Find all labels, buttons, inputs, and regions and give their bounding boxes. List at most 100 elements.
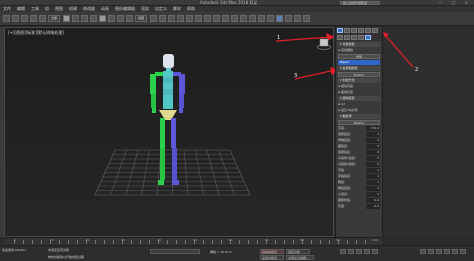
parameter-spinner[interactable]: 1 bbox=[366, 180, 380, 185]
pivot-icon[interactable] bbox=[150, 15, 158, 22]
play-icon[interactable] bbox=[356, 249, 362, 254]
maximize-viewport-icon[interactable] bbox=[460, 249, 466, 254]
bind-spacewarp-icon[interactable] bbox=[39, 15, 46, 22]
status-message-1: 未选定任何对象 bbox=[48, 248, 70, 252]
coordinate-display[interactable] bbox=[150, 249, 200, 254]
undo-icon[interactable] bbox=[3, 15, 10, 22]
panel-button[interactable]: 骨骼 bbox=[338, 54, 380, 59]
link-icon[interactable] bbox=[21, 15, 28, 22]
cameras-icon[interactable] bbox=[358, 35, 364, 40]
orbit-icon[interactable] bbox=[452, 249, 458, 254]
redo-icon[interactable] bbox=[12, 15, 19, 22]
systems-icon[interactable] bbox=[365, 35, 371, 40]
biped-left-upperarm bbox=[150, 74, 156, 94]
biped-button[interactable]: Biped bbox=[338, 60, 380, 65]
rollout-header[interactable]: ▾ 名称和颜色 bbox=[338, 66, 380, 71]
placement-icon[interactable] bbox=[126, 15, 134, 22]
search-input[interactable]: 键入关键字或短语 bbox=[340, 1, 380, 5]
tab-motion-icon[interactable] bbox=[358, 28, 364, 33]
pan-icon[interactable] bbox=[444, 249, 450, 254]
spinner-snap-icon[interactable] bbox=[204, 15, 212, 22]
previous-frame-icon[interactable] bbox=[348, 249, 354, 254]
rollout-header[interactable]: ▾ 根名称 bbox=[338, 114, 380, 119]
zoom-all-icon[interactable] bbox=[428, 249, 434, 254]
parameter-spinner[interactable]: 1 bbox=[366, 186, 380, 191]
scale-icon[interactable] bbox=[117, 15, 125, 22]
parameter-spinner[interactable]: 1 bbox=[366, 174, 380, 179]
geometry-icon[interactable] bbox=[337, 35, 343, 40]
parameter-spinner[interactable]: 0.0 bbox=[366, 204, 380, 209]
select-manipulate-icon[interactable] bbox=[159, 15, 167, 22]
checkbox-option[interactable]: 拖动位置 bbox=[338, 90, 380, 95]
tab-create-icon[interactable] bbox=[337, 28, 343, 33]
key-filters-button[interactable]: 关键点过滤器... bbox=[286, 255, 314, 260]
layer-explorer-icon[interactable] bbox=[240, 15, 248, 22]
mirror-icon[interactable] bbox=[222, 15, 230, 22]
parameter-spinner[interactable]: 0.2 bbox=[366, 198, 380, 203]
parameter-spinner[interactable]: 0 bbox=[366, 156, 380, 161]
rollout-header[interactable]: ▾ 结构来源 bbox=[338, 96, 380, 101]
parameter-label: 腿链接: bbox=[338, 144, 349, 148]
selected-dropdown[interactable]: 选定对象 bbox=[286, 249, 310, 254]
viewcube-icon[interactable] bbox=[317, 38, 331, 50]
angle-snap-icon[interactable] bbox=[186, 15, 194, 22]
tab-display-icon[interactable] bbox=[365, 28, 371, 33]
tab-modify-icon[interactable] bbox=[344, 28, 350, 33]
parameter-spinner[interactable]: 0 bbox=[366, 150, 380, 155]
parameter-spinner[interactable]: 3 bbox=[366, 144, 380, 149]
auto-key-button[interactable]: 自动关键点 bbox=[260, 249, 284, 254]
parameter-spinner[interactable]: 1 bbox=[366, 132, 380, 137]
parameter-spinner[interactable]: 4 bbox=[366, 138, 380, 143]
rendered-frame-icon[interactable] bbox=[294, 15, 302, 22]
select-object-icon[interactable] bbox=[63, 15, 71, 22]
checkbox-option[interactable]: U/I bbox=[338, 102, 380, 107]
checkbox-option[interactable]: 最近.fig文件 bbox=[338, 108, 380, 113]
panel-button[interactable]: Bip001 bbox=[338, 72, 380, 77]
timeline-tick-label: 30 bbox=[121, 238, 126, 242]
lights-icon[interactable] bbox=[351, 35, 357, 40]
render-icon[interactable] bbox=[303, 15, 311, 22]
window-crossing-icon[interactable] bbox=[90, 15, 98, 22]
tab-utilities-icon[interactable] bbox=[372, 28, 378, 33]
checkbox-option[interactable]: 拖动高度 bbox=[338, 84, 380, 89]
zoom-extents-icon[interactable] bbox=[436, 249, 442, 254]
align-icon[interactable] bbox=[231, 15, 239, 22]
parameter-spinner[interactable]: 1 bbox=[366, 168, 380, 173]
next-frame-icon[interactable] bbox=[364, 249, 370, 254]
named-selection-icon[interactable] bbox=[213, 15, 221, 22]
reference-coordinate-dropdown[interactable]: 视图 bbox=[135, 15, 148, 22]
biped-spine-5 bbox=[163, 95, 173, 101]
render-setup-icon[interactable] bbox=[285, 15, 293, 22]
parameter-spinner[interactable]: 170.0 bbox=[366, 126, 380, 131]
parameter-spinner[interactable]: 1 bbox=[366, 192, 380, 197]
checkbox-option[interactable]: 自动栅格 bbox=[338, 48, 380, 53]
tab-hierarchy-icon[interactable] bbox=[351, 28, 357, 33]
panel-button[interactable]: Bip001 bbox=[338, 120, 380, 125]
toggle-ribbon-icon[interactable] bbox=[249, 15, 257, 22]
percent-snap-icon[interactable] bbox=[195, 15, 203, 22]
time-slider[interactable]: 0 10 20 30 40 50 60 70 80 90 100 bbox=[4, 237, 382, 245]
rect-selection-icon[interactable] bbox=[81, 15, 89, 22]
keyboard-shortcut-icon[interactable] bbox=[168, 15, 176, 22]
shapes-icon[interactable] bbox=[344, 35, 350, 40]
maxscript-listener[interactable]: 欢迎使用 MAXScr bbox=[2, 248, 26, 252]
biped-right-forearm bbox=[179, 94, 184, 108]
go-to-start-icon[interactable] bbox=[340, 249, 346, 254]
rotate-icon[interactable] bbox=[108, 15, 116, 22]
selection-filter-dropdown[interactable]: 全部 bbox=[48, 15, 61, 22]
unlink-icon[interactable] bbox=[30, 15, 37, 22]
rollout-header[interactable]: ▾ 对象类型 bbox=[338, 42, 380, 47]
parameter-spinner[interactable]: 0 bbox=[366, 162, 380, 167]
material-editor-icon[interactable] bbox=[276, 15, 284, 22]
move-icon[interactable] bbox=[99, 15, 107, 22]
perspective-viewport[interactable]: [+][透视][标准][默认明暗处理] 1 3 bbox=[4, 27, 335, 237]
set-key-button[interactable]: 设置关键点 bbox=[260, 255, 284, 260]
schematic-view-icon[interactable] bbox=[267, 15, 275, 22]
curve-editor-icon[interactable] bbox=[258, 15, 266, 22]
biped-spine-4 bbox=[163, 89, 173, 95]
zoom-icon[interactable] bbox=[420, 249, 426, 254]
rollout-header[interactable]: ▾ 创建方法 bbox=[338, 78, 380, 83]
snap-toggle-icon[interactable] bbox=[177, 15, 185, 22]
go-to-end-icon[interactable] bbox=[372, 249, 378, 254]
select-by-name-icon[interactable] bbox=[72, 15, 80, 22]
